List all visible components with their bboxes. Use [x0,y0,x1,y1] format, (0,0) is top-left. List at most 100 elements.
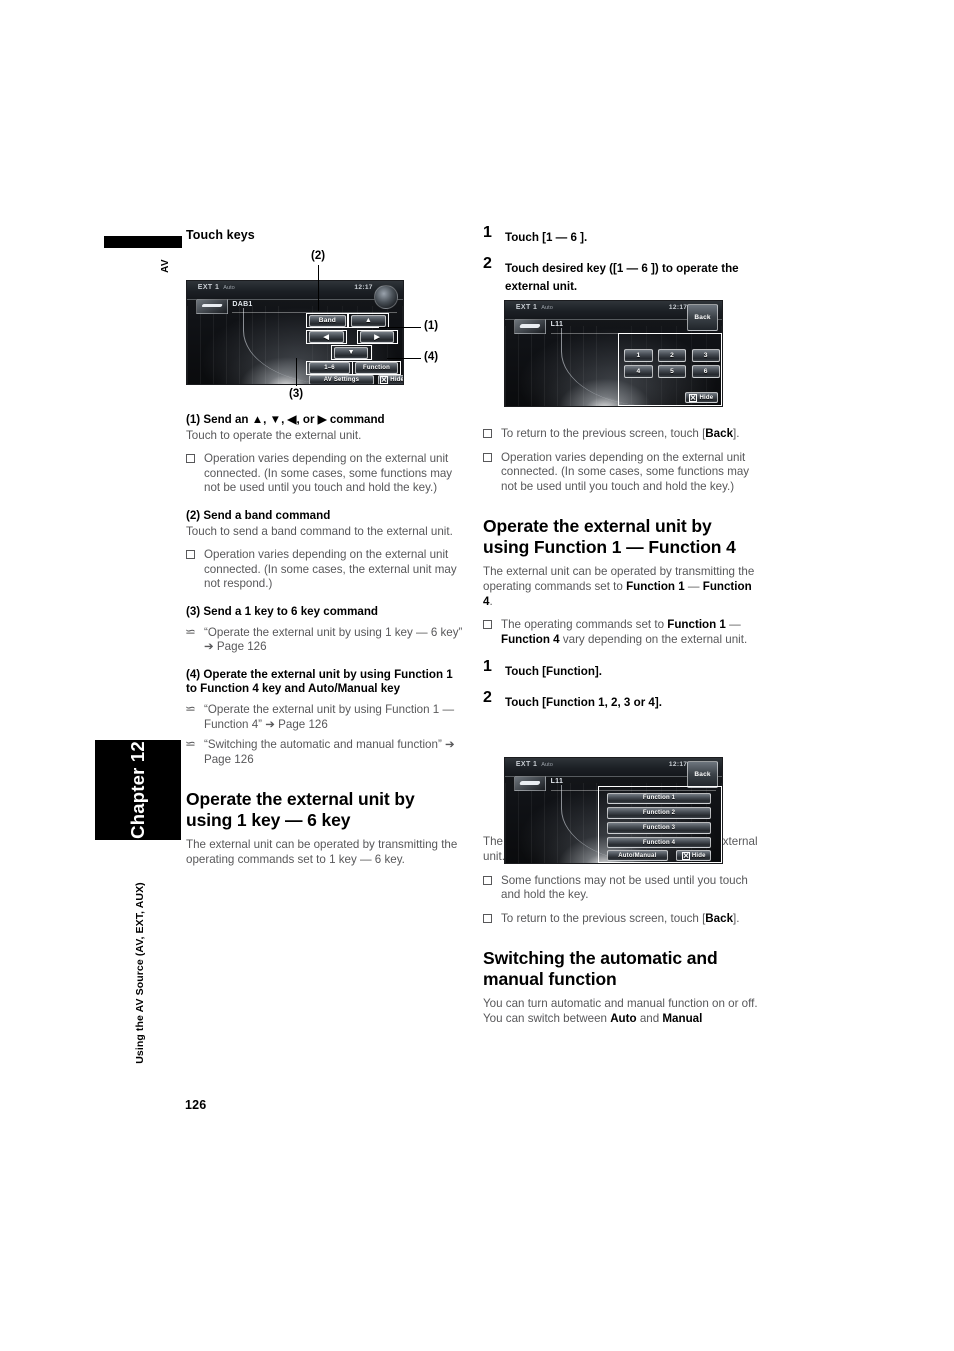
note-a-2-text: Operation varies depending on the extern… [501,450,750,493]
preset-key-4[interactable]: 4 [624,365,653,378]
section-function-title: Operate the external unit by using Funct… [483,516,736,558]
track-divider-1 [232,311,397,313]
cross-reference-icon: ⋍ [185,624,196,640]
band-key[interactable]: Band [309,314,346,327]
hide-key[interactable]: Hide [378,374,404,384]
step-b-1-text: Touch [Function]. [505,665,603,679]
item-1-note-text: Operation varies depending on the extern… [204,452,453,495]
item-3-ref-text: “Operate the external unit by using 1 ke… [204,625,463,654]
note-square-icon [483,429,492,438]
auto-manual-key[interactable]: Auto/Manual [606,850,668,862]
preset-key-6[interactable]: 6 [691,365,720,378]
track-label-2: L11 [550,321,564,329]
note-b-1-text: Some functions may not be used until you… [501,873,748,902]
left-arrow-icon: ◀ [323,333,330,341]
figure-function-keys: EXT 1 Auto 12:17 Back L11 Function 1 Func… [504,757,723,864]
function-1-key[interactable]: Function 1 [606,792,712,805]
section-switching-body: You can turn automatic and manual functi… [483,997,758,1025]
auto-label-2: Auto [541,304,553,311]
close-box-icon [681,851,690,860]
running-head: Using the AV Source (AV, EXT, AUX) [132,848,148,1098]
item-2-note-text: Operation varies depending on the extern… [204,548,457,591]
step-a-1-number: 1 [483,224,492,241]
track-label-1: DAB1 [232,301,253,309]
hide-key-2[interactable]: Hide [685,392,718,404]
step-b-2-number: 2 [483,689,492,707]
down-arrow-key[interactable]: ▼ [333,346,369,359]
hide-key-3[interactable]: Hide [676,850,712,862]
one-to-six-key[interactable]: 1–6 [309,362,351,374]
function-4-key[interactable]: Function 4 [606,836,712,849]
device-screen-3: EXT 1 Auto 12:17 Back L11 Function 1 Func… [504,757,723,864]
source-name-2: EXT 1 [515,303,538,311]
cross-reference-icon: ⋍ [185,701,196,717]
clock-2: 12:17 [668,304,688,312]
item-4-ref-1-text: “Operate the external unit by using Func… [204,702,455,731]
step-b-1: 1 Touch [Function]. [483,658,761,680]
note-square-icon [186,550,195,560]
track-divider-3 [550,789,716,791]
edge-marker-av: AV [149,253,183,279]
note-a-1: To return to the previous screen, touch … [483,427,761,442]
figure-touch-keys: EXT 1 Auto 12:17 DAB1 Band ▲ ◀ ▶ ▼ 1–6 Fu… [186,280,404,385]
cross-reference-icon: ⋍ [185,737,196,753]
function-key[interactable]: Function [355,362,398,374]
up-arrow-icon: ▲ [364,317,372,325]
step-a-1-text: Touch [1 — 6 ]. [505,231,588,244]
av-settings-key[interactable]: AV Settings [309,374,374,384]
item-4-ref-2: ⋍ “Switching the automatic and manual fu… [185,737,464,767]
callout-2-label: (2) [311,250,326,262]
callout-2-leader [318,265,320,311]
step-b-2-text: Touch [Function 1, 2, 3 or 4]. [505,696,662,710]
note-square-icon [483,875,492,885]
right-arrow-icon: ▶ [374,333,380,341]
source-name-3: EXT 1 [515,760,538,768]
track-label-3: L11 [550,778,564,786]
note-b-1: Some functions may not be used until you… [483,874,761,903]
page-number: 126 [185,1098,207,1112]
back-button-2[interactable]: Back [687,304,718,332]
hide-label: Hide [390,376,404,383]
touch-keys-heading: Touch keys [186,228,255,242]
note-square-icon [483,913,492,923]
back-button-3[interactable]: Back [687,761,718,789]
auto-label-1: Auto [223,284,235,291]
auto-label-3: Auto [541,761,553,768]
source-label-1: EXT 1 Auto [198,284,235,291]
running-head-label: Using the AV Source (AV, EXT, AUX) [134,882,146,1064]
item-4-heading: (4) Operate the external unit by using F… [186,667,453,696]
album-thumbnail-2 [513,318,547,335]
edge-bar [104,236,182,248]
item-3-ref: ⋍ “Operate the external unit by using 1 … [185,624,464,655]
step-a-1: 1 Touch [1 — 6 ]. [483,224,761,246]
note-square-icon [186,454,195,464]
step-b-1-number: 1 [483,658,492,676]
close-box-icon [380,375,389,384]
section-1key6key-body: The external unit can be operated by tra… [186,838,458,866]
chapter-tab: Chapter 12 [95,740,181,840]
edge-marker-av-label: AV [160,259,171,273]
disc-icon-1 [374,285,398,309]
section-1key6key-title: Operate the external unit by using 1 key… [186,789,415,831]
note-square-icon [483,620,492,630]
item-2-heading: (2) Send a band command [186,508,331,522]
figure-one-to-six: EXT 1 Auto 12:17 Back L11 1 2 3 4 5 6 Hid… [504,300,723,407]
right-arrow-key[interactable]: ▶ [359,331,395,344]
preset-key-3[interactable]: 3 [691,349,720,362]
step-b-2: 2 Touch [Function 1, 2, 3 or 4]. [483,689,761,711]
preset-key-5[interactable]: 5 [657,365,687,378]
function-3-key[interactable]: Function 3 [606,822,712,834]
up-arrow-key[interactable]: ▲ [351,314,386,327]
hide-label-3: Hide [691,852,706,859]
preset-key-1[interactable]: 1 [624,349,653,362]
preset-key-2[interactable]: 2 [657,349,687,362]
callout-4-leader [387,358,421,360]
item-2-note: Operation varies depending on the extern… [186,548,464,592]
function-2-key[interactable]: Function 2 [606,807,712,819]
close-box-icon [689,393,698,402]
left-arrow-key[interactable]: ◀ [309,331,344,344]
note-a-1-text: To return to the previous screen, touch … [501,427,740,440]
section-function-body: The external unit can be operated by tra… [483,565,755,608]
note-a-2: Operation varies depending on the extern… [483,451,761,495]
item-2-body: Touch to send a band command to the exte… [186,524,453,538]
